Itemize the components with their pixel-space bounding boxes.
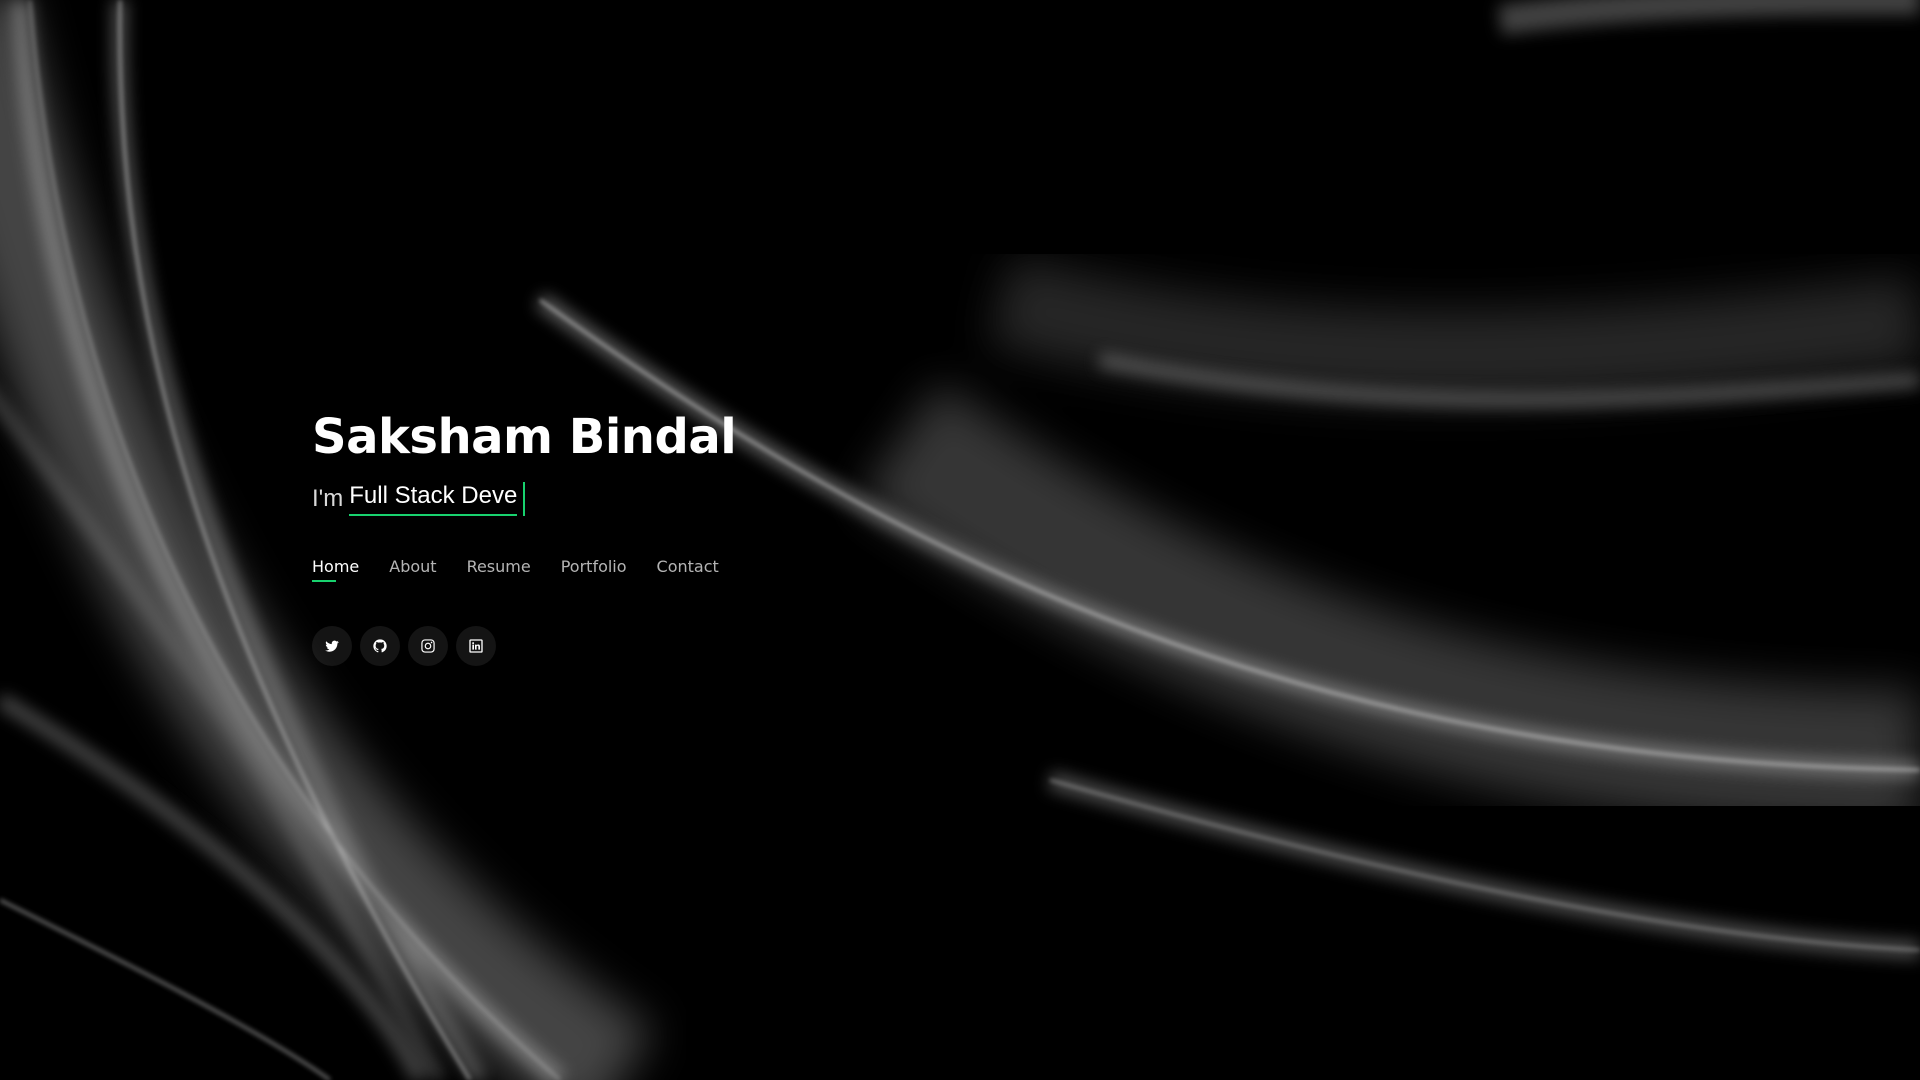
nav-contact[interactable]: Contact <box>657 557 719 580</box>
hero-subtitle: I'm Full Stack Deve <box>312 479 736 519</box>
github-icon <box>373 639 387 653</box>
linkedin-link[interactable] <box>456 626 496 666</box>
nav-portfolio[interactable]: Portfolio <box>561 557 627 580</box>
hero-name: Saksham Bindal <box>312 409 737 465</box>
github-link[interactable] <box>360 626 400 666</box>
instagram-link[interactable] <box>408 626 448 666</box>
hero-content: Saksham Bindal I'm Full Stack Deve Home … <box>312 405 737 666</box>
hero-section: Saksham Bindal I'm Full Stack Deve Home … <box>0 0 1920 1080</box>
nav-about[interactable]: About <box>389 557 436 580</box>
linkedin-icon <box>469 639 483 653</box>
instagram-icon <box>421 639 435 653</box>
twitter-icon <box>325 640 339 652</box>
typing-cursor <box>523 482 526 516</box>
typed-role-text: Full Stack Deve <box>349 482 518 516</box>
twitter-link[interactable] <box>312 626 352 666</box>
main-nav: Home About Resume Portfolio Contact <box>312 557 736 582</box>
nav-resume[interactable]: Resume <box>467 557 531 580</box>
hero-prefix: I'm <box>312 485 344 512</box>
nav-home[interactable]: Home <box>312 557 359 582</box>
background-swirl-image <box>0 0 1920 1080</box>
social-links <box>312 626 736 666</box>
